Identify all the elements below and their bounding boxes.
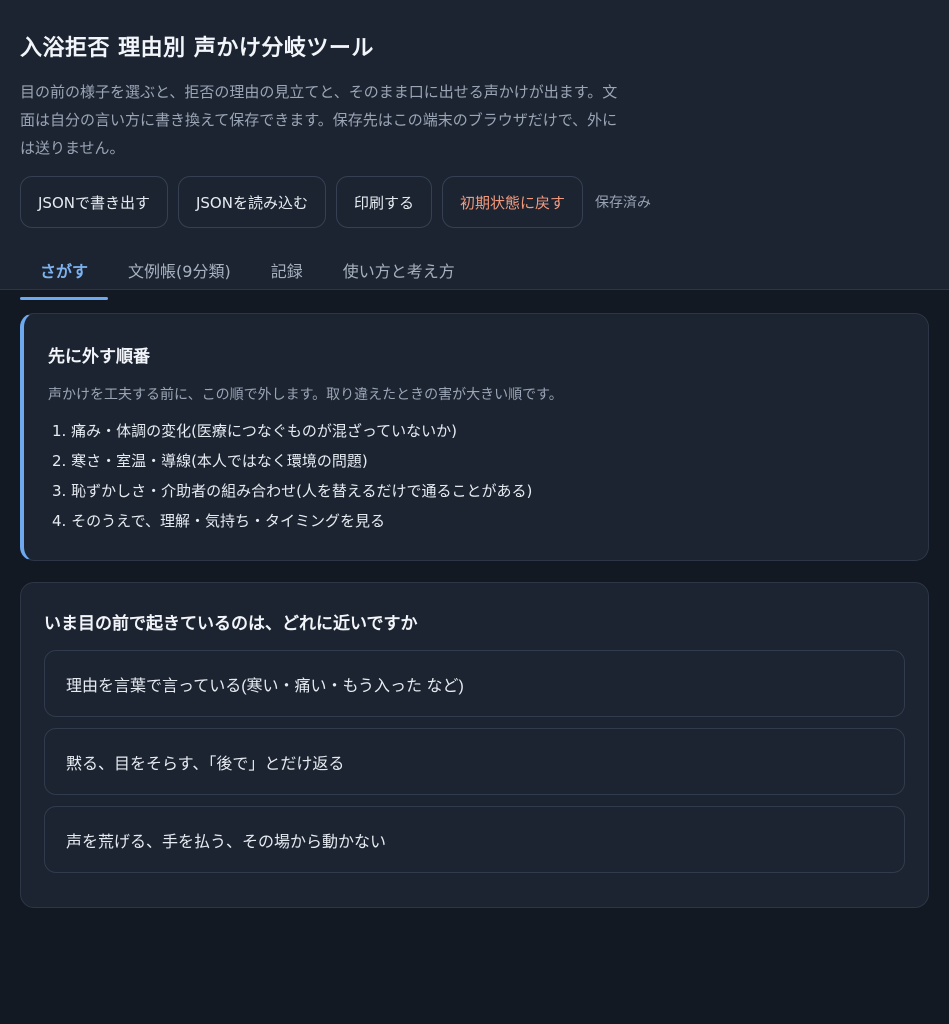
list-item: 2. 寒さ・室温・導線(本人ではなく環境の問題) bbox=[52, 452, 368, 470]
page-title: 入浴拒否 理由別 声かけ分岐ツール bbox=[20, 36, 374, 61]
situation-question-card: いま目の前で起きているのは、どれに近いですか 理由を言葉で言っている(寒い・痛い… bbox=[20, 582, 929, 908]
app-header: 入浴拒否 理由別 声かけ分岐ツール 目の前の様子を選ぶと、拒否の理由の見立てと、… bbox=[0, 0, 949, 300]
list-item: 1. 痛み・体調の変化(医療につなぐものが混ざっていないか) bbox=[52, 422, 458, 440]
reset-button[interactable]: 初期状態に戻す bbox=[441, 176, 583, 228]
choice-agitated[interactable]: 声を荒げる、手を払う、その場から動かない bbox=[44, 806, 905, 873]
action-bar: JSONで書き出す JSONを読み込む 印刷する 初期状態に戻す 保存済み bbox=[20, 176, 929, 228]
priority-title: 先に外す順番 bbox=[48, 347, 150, 367]
choice-verbal-reason[interactable]: 理由を言葉で言っている(寒い・痛い・もう入った など) bbox=[44, 650, 905, 717]
question-title: いま目の前で起きているのは、どれに近いですか bbox=[44, 614, 418, 634]
list-item: 3. 恥ずかしさ・介助者の組み合わせ(人を替えるだけで通ることがある) bbox=[52, 482, 533, 500]
priority-card: 先に外す順番 声かけを工夫する前に、この順で外します。取り違えたときの害が大きい… bbox=[20, 313, 929, 561]
import-json-button[interactable]: JSONを読み込む bbox=[177, 176, 326, 228]
list-item: 4. そのうえで、理解・気持ち・タイミングを見る bbox=[52, 512, 386, 530]
choice-list: 理由を言葉で言っている(寒い・痛い・もう入った など) 黙る、目をそらす、「後で… bbox=[44, 650, 905, 873]
export-json-button[interactable]: JSONで書き出す bbox=[20, 176, 168, 228]
save-status: 保存済み bbox=[595, 195, 651, 211]
main-content: 先に外す順番 声かけを工夫する前に、この順で外します。取り違えたときの害が大きい… bbox=[0, 290, 949, 908]
priority-description: 声かけを工夫する前に、この順で外します。取り違えたときの害が大きい順です。 bbox=[48, 387, 563, 403]
tab-search[interactable]: さがす bbox=[20, 246, 109, 300]
tab-records[interactable]: 記録 bbox=[251, 246, 323, 300]
tab-phrasebook[interactable]: 文例帳(9分類) bbox=[108, 246, 251, 300]
intro-text: 目の前の様子を選ぶと、拒否の理由の見立てと、そのまま口に出せる声かけが出ます。文… bbox=[20, 83, 618, 157]
print-button[interactable]: 印刷する bbox=[335, 176, 432, 228]
priority-list: 1. 痛み・体調の変化(医療につなぐものが混ざっていないか) 2. 寒さ・室温・… bbox=[48, 416, 904, 536]
choice-silent-avoid[interactable]: 黙る、目をそらす、「後で」とだけ返る bbox=[44, 728, 905, 795]
tab-guide[interactable]: 使い方と考え方 bbox=[323, 246, 475, 300]
